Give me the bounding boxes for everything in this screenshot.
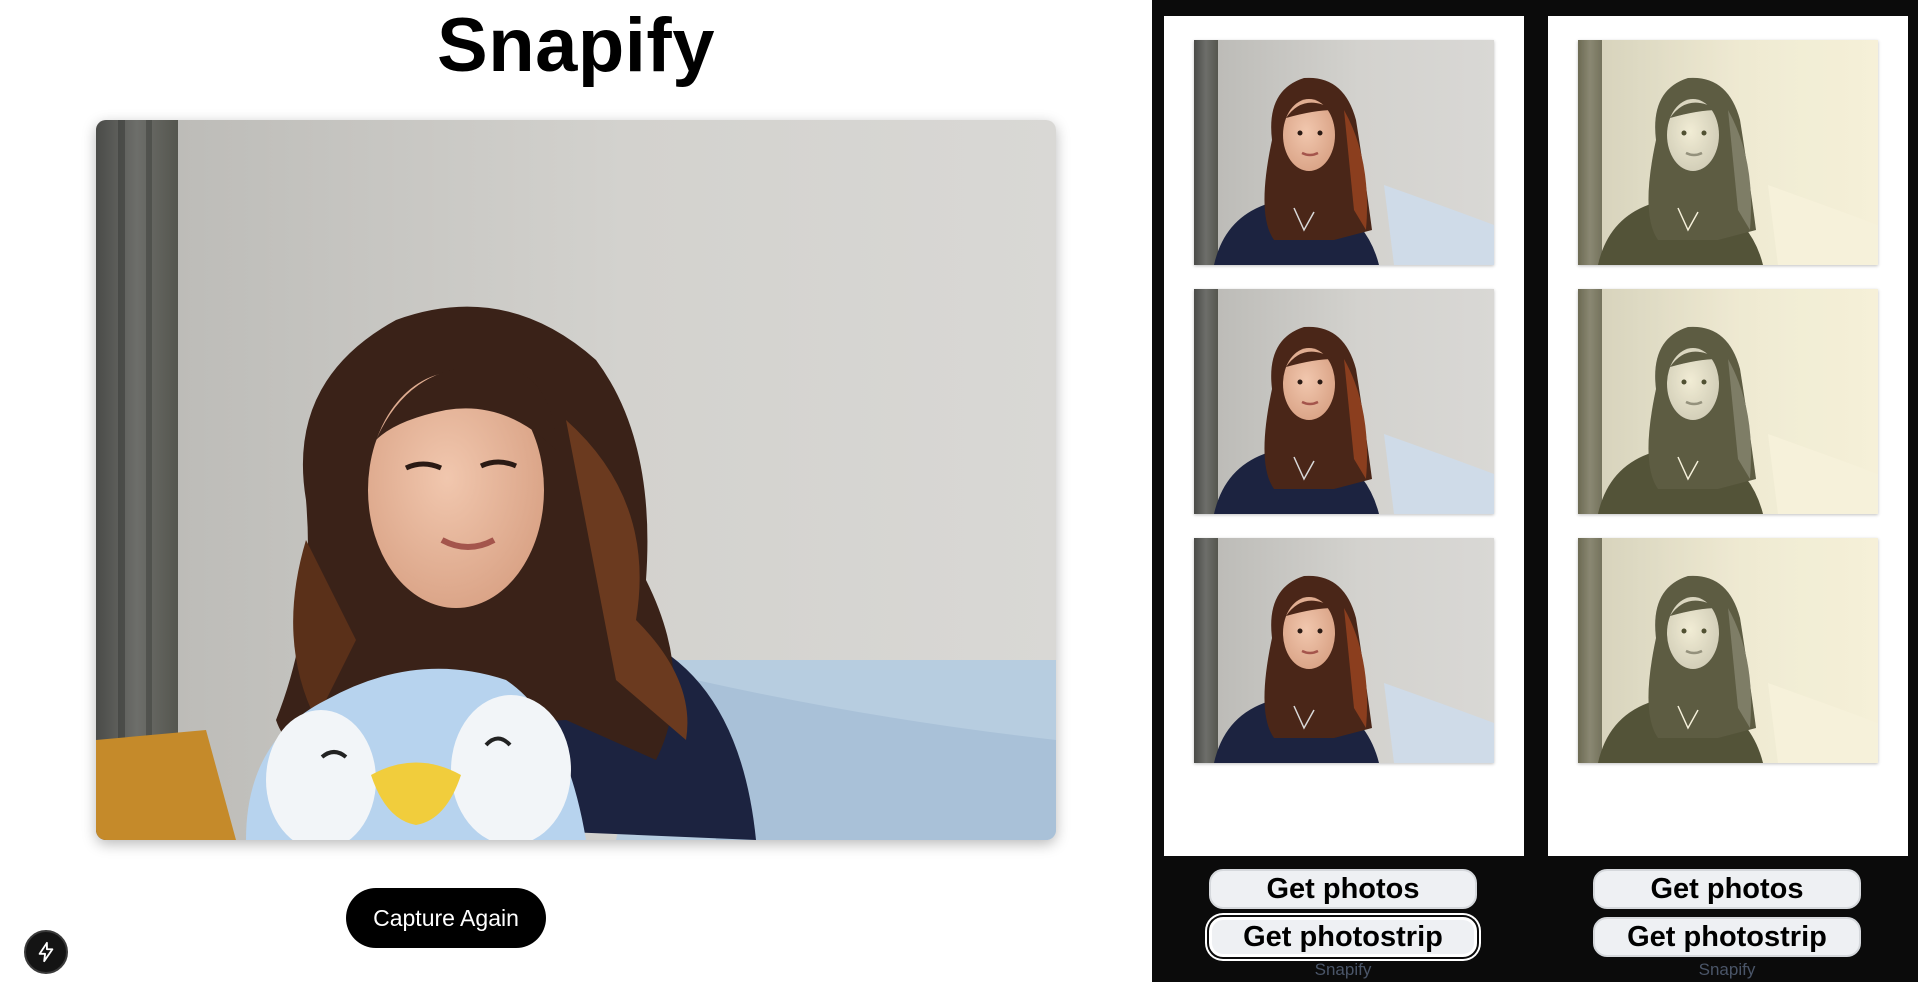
lightning-bolt-icon bbox=[38, 941, 54, 963]
camera-panel: Snapify Capture Again bbox=[0, 0, 1152, 982]
get-photostrip-button[interactable]: Get photostrip bbox=[1593, 917, 1861, 957]
strip-photo bbox=[1194, 40, 1494, 265]
get-photos-button[interactable]: Get photos bbox=[1209, 869, 1477, 909]
strip-photo bbox=[1578, 538, 1878, 763]
strip-caption: Snapify bbox=[1698, 960, 1756, 979]
dev-tools-indicator[interactable] bbox=[24, 930, 68, 974]
photostrip-color: Get photos Get photostrip Snapify bbox=[1152, 0, 1524, 982]
strip-photo bbox=[1578, 289, 1878, 514]
strip-caption: Snapify bbox=[1314, 960, 1372, 979]
strip-photo bbox=[1578, 40, 1878, 265]
photostrip-bw: Get photos Get photostrip Snapify bbox=[1536, 0, 1908, 982]
strip-paper bbox=[1164, 16, 1524, 856]
app-title: Snapify bbox=[437, 3, 715, 88]
strip-photo bbox=[1194, 538, 1494, 763]
photostrip-panel: Get photos Get photostrip Snapify Get ph… bbox=[1152, 0, 1918, 982]
strip-paper bbox=[1548, 16, 1908, 856]
get-photos-button[interactable]: Get photos bbox=[1593, 869, 1861, 909]
capture-again-button[interactable]: Capture Again bbox=[346, 888, 546, 948]
camera-preview bbox=[96, 120, 1056, 840]
strip-photo bbox=[1194, 289, 1494, 514]
get-photostrip-button[interactable]: Get photostrip bbox=[1209, 917, 1477, 957]
